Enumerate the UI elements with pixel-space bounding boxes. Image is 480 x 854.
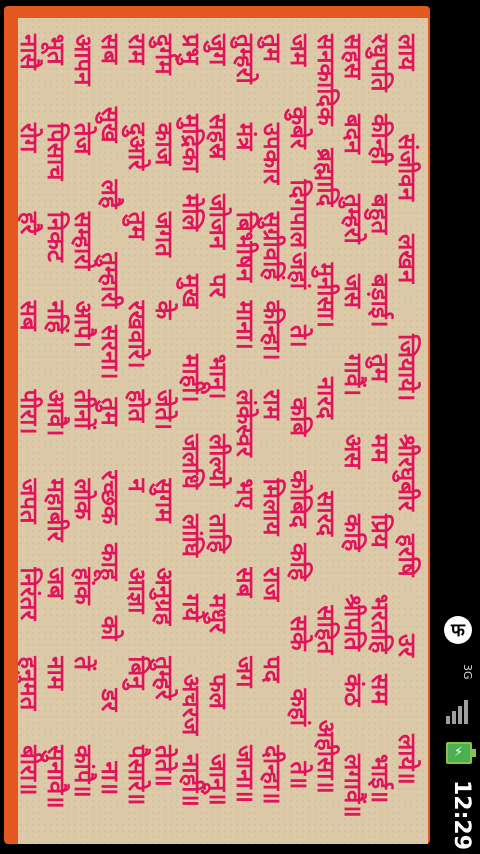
verse-word: निरंतर [18,567,44,621]
verse-line: सब सुख लहै तुम्हारी सरना। तुम रच्छक काहू को डर ना॥ [97,34,125,834]
page-border: लाय संजीवन लखन जियाये। श्रीरघुबीर हरषि उर लाये॥… [4,6,430,844]
signal-icon [446,700,468,724]
verse-word: हरै [18,211,44,235]
verse-line: जुग सहस्र जोजन पर भानू। लील्यो ताहि मधुर फल जानू॥ [205,34,233,834]
verse-line: आपन तेज सम्हारो आपै। तीनों लोक हांक तें कांपै॥ [70,34,98,834]
verse-line: तुम उपकार सुग्रीवहिं कीन्हा। राम मिलाय राज पद दी… [259,34,287,834]
verse-word: हनुमत [18,656,44,711]
verse-word: जपत [18,478,44,524]
verse-word: सब [18,300,44,331]
verse-word: नासै [18,34,44,70]
verse-line: प्रभु मुद्रिका मेलि मुख माहीं। जलधि लांघि गये अच… [178,34,206,834]
verse-line: सनकादिक ब्रह्मादि मुनीसा। नारद सारद सहित अहीसा… [313,34,341,834]
scripture-page: लाय संजीवन लखन जियाये। श्रीरघुबीर हरषि उर लाये॥… [0,0,436,854]
verse-word: पीरा। [18,389,44,435]
verse-line: सहस बदन तुम्हरो जस गावैं। अस कहि श्रीपति कंठ लगाव… [340,34,368,834]
status-bar: फ 3G ⚡ 12:29 [436,0,480,854]
verse-line: जम कुबेर दिगपाल जहां ते। कबि कोबिद कहि सके कहां ते… [286,34,314,834]
verse-line: तुम्हरो मंत्र बिभीषन माना। लंकेस्वर भए सब जग जान… [232,34,260,834]
verse-word: बीरा॥ [18,745,44,796]
verse-block: लाय संजीवन लखन जियाये। श्रीरघुबीर हरषि उर लाये॥… [18,18,428,844]
parchment[interactable]: लाय संजीवन लखन जियाये। श्रीरघुबीर हरषि उर लाये॥… [18,18,428,844]
verse-line: रघुपति कीन्ही बहुत बड़ाई। तुम मम प्रिय भरतहि सम भ… [367,34,395,834]
app-notification-icon[interactable]: फ [444,616,472,644]
verse-line: राम दुआरे तुम रखवारे। होत न आज्ञा बिनु पैसारे॥ [124,34,152,834]
verse-line: दुर्गम काज जगत के जेते। सुगम अनुग्रह तुम्हरे तेत… [151,34,179,834]
status-clock: 12:29 [449,780,474,851]
verse-line: लाय संजीवन लखन जियाये। श्रीरघुबीर हरषि उर लाये॥ [394,34,422,834]
network-type-icon: 3G [461,664,474,680]
verse-word: रोग [18,122,44,153]
battery-charging-icon: ⚡ [446,742,476,764]
verse-line: नासै रोग हरै सब पीरा। जपत निरंतर हनुमत बीरा॥ [18,34,44,834]
verse-line: भूत पिसाच निकट नहिं आवै। महाबीर जब नाम सुनावै॥ [43,34,71,834]
